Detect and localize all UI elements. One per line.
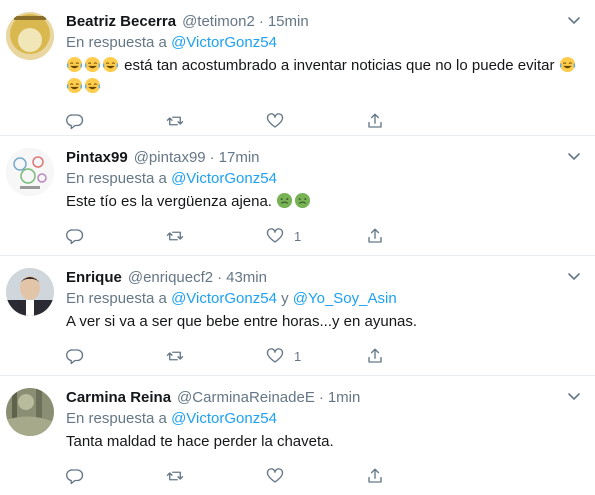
tweet-text: A ver si va a ser que bebe entre horas..… — [66, 311, 581, 332]
share-icon — [368, 113, 382, 128]
tweet-actions: 1 — [66, 218, 581, 254]
mention-link[interactable]: @Yo_Soy_Asin — [293, 290, 397, 307]
timestamp[interactable]: 1min — [328, 389, 361, 406]
mention-link[interactable]: @VictorGonz54 — [171, 34, 277, 51]
reply-icon — [66, 349, 84, 365]
tweet-actions: 1 — [66, 338, 581, 374]
reply-prefix: En respuesta a — [66, 170, 167, 187]
share-icon — [368, 228, 382, 243]
like-button[interactable] — [266, 111, 366, 131]
display-name[interactable]: Beatriz Becerra — [66, 13, 176, 30]
retweet-button[interactable] — [166, 466, 266, 486]
avatar[interactable] — [6, 12, 54, 60]
display-name[interactable]: Enrique — [66, 269, 122, 286]
retweet-icon — [166, 351, 184, 361]
like-button[interactable] — [266, 466, 366, 486]
reply-icon — [66, 469, 84, 485]
separator: · — [209, 148, 215, 166]
share-icon — [368, 468, 382, 483]
mention-link[interactable]: @VictorGonz54 — [171, 410, 277, 427]
like-count: 1 — [294, 228, 302, 244]
tweet-text: está tan acostumbrado a inventar noticia… — [66, 55, 581, 97]
like-icon — [266, 468, 284, 483]
reply-prefix: En respuesta a — [66, 34, 167, 51]
timestamp[interactable]: 43min — [226, 269, 267, 286]
display-name[interactable]: Carmina Reina — [66, 389, 171, 406]
retweet-icon — [166, 471, 184, 481]
like-count: 1 — [294, 348, 302, 364]
reply-button[interactable] — [66, 346, 166, 366]
nauseated-face-icon — [276, 192, 312, 210]
tweet-text: Este tío es la vergüenza ajena. — [66, 191, 581, 212]
reply-button[interactable] — [66, 466, 166, 486]
retweet-icon — [166, 231, 184, 241]
tweet-text-body: Este tío es la vergüenza ajena. — [66, 193, 272, 210]
share-button[interactable] — [366, 466, 466, 486]
tweet[interactable]: Pintax99 @pintax99 · 17min En respuesta … — [0, 136, 595, 256]
retweet-button[interactable] — [166, 226, 266, 246]
avatar[interactable] — [6, 388, 54, 436]
chevron-down-icon[interactable] — [567, 150, 581, 164]
reply-context: En respuesta a @VictorGonz54 — [66, 168, 581, 190]
timestamp[interactable]: 17min — [219, 149, 260, 166]
mention-joiner: y — [281, 290, 289, 307]
separator: · — [318, 388, 324, 406]
like-button[interactable]: 1 — [266, 226, 366, 246]
chevron-down-icon[interactable] — [567, 270, 581, 284]
like-icon — [266, 348, 284, 363]
tweet-text: Tanta maldad te hace perder la chaveta. — [66, 431, 581, 452]
reply-prefix: En respuesta a — [66, 410, 167, 427]
share-button[interactable] — [366, 226, 466, 246]
chevron-down-icon[interactable] — [567, 14, 581, 28]
tweet-text-body: Tanta maldad te hace perder la chaveta. — [66, 433, 334, 450]
tweet-actions — [66, 103, 581, 139]
tweet[interactable]: Carmina Reina @CarminaReinadeE · 1min En… — [0, 376, 595, 495]
tweet-text-body: está tan acostumbrado a inventar noticia… — [124, 57, 555, 74]
reply-context: En respuesta a @VictorGonz54 — [66, 32, 581, 54]
share-button[interactable] — [366, 346, 466, 366]
handle[interactable]: @pintax99 — [134, 149, 206, 166]
reply-context: En respuesta a @VictorGonz54 — [66, 408, 581, 430]
handle[interactable]: @enriquecf2 — [128, 269, 213, 286]
like-icon — [266, 228, 284, 243]
tweet[interactable]: Enrique @enriquecf2 · 43min En respuesta… — [0, 256, 595, 376]
handle[interactable]: @CarminaReinadeE — [177, 389, 315, 406]
tweet-actions — [66, 458, 581, 494]
handle[interactable]: @tetimon2 — [182, 13, 255, 30]
mention-link[interactable]: @VictorGonz54 — [171, 290, 277, 307]
separator: · — [217, 268, 223, 286]
tweet-text-body: A ver si va a ser que bebe entre horas..… — [66, 313, 418, 330]
reply-context: En respuesta a @VictorGonz54 y @Yo_Soy_A… — [66, 288, 581, 310]
display-name[interactable]: Pintax99 — [66, 149, 128, 166]
retweet-icon — [166, 116, 184, 126]
avatar[interactable] — [6, 148, 54, 196]
like-button[interactable]: 1 — [266, 346, 366, 366]
face-with-tears-of-joy-icon — [66, 56, 120, 74]
mention-link[interactable]: @VictorGonz54 — [171, 170, 277, 187]
tweet[interactable]: Beatriz Becerra @tetimon2 · 15min En res… — [0, 0, 595, 136]
reply-button[interactable] — [66, 226, 166, 246]
reply-button[interactable] — [66, 111, 166, 131]
reply-icon — [66, 114, 84, 130]
chevron-down-icon[interactable] — [567, 390, 581, 404]
separator: · — [258, 12, 264, 30]
avatar[interactable] — [6, 268, 54, 316]
retweet-button[interactable] — [166, 111, 266, 131]
share-button[interactable] — [366, 111, 466, 131]
timestamp[interactable]: 15min — [268, 13, 309, 30]
reply-icon — [66, 229, 84, 245]
reply-prefix: En respuesta a — [66, 290, 167, 307]
share-icon — [368, 348, 382, 363]
like-icon — [266, 113, 284, 128]
retweet-button[interactable] — [166, 346, 266, 366]
